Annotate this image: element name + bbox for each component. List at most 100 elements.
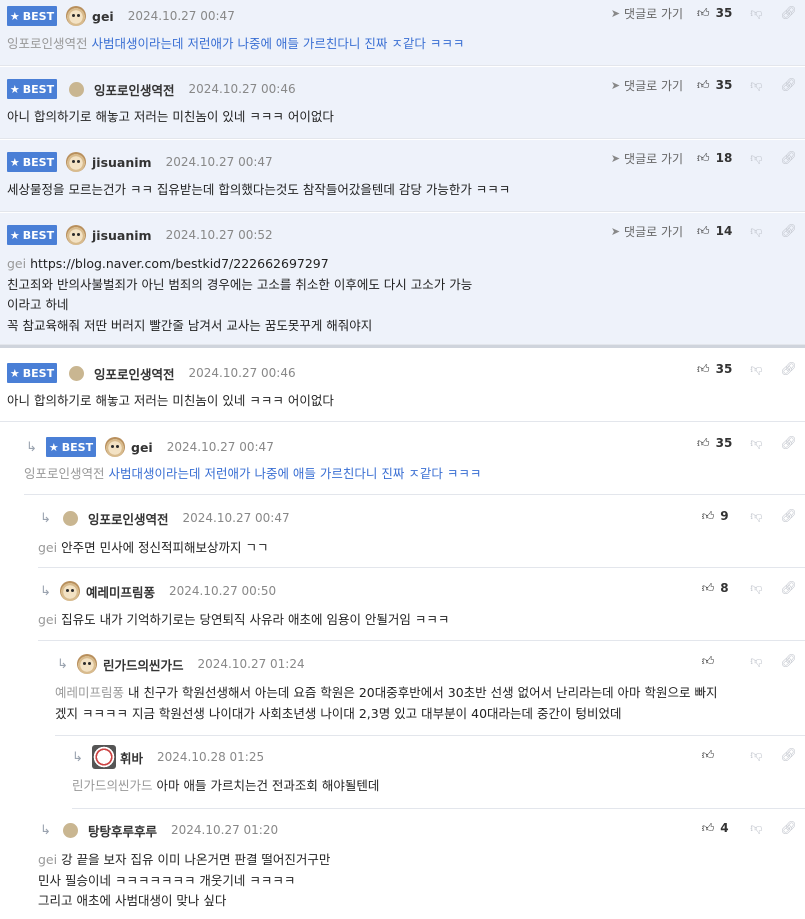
reply-target[interactable]: gei bbox=[38, 852, 57, 867]
avatar[interactable] bbox=[60, 508, 80, 528]
reply-arrow-icon: ↳ bbox=[72, 749, 83, 765]
reply-arrow-icon: ↳ bbox=[26, 439, 37, 455]
thumbs-up-icon: 👍︎ bbox=[697, 5, 710, 20]
avatar[interactable] bbox=[60, 820, 80, 840]
nickname[interactable]: 린가드의씬가드 bbox=[103, 655, 184, 674]
link-icon[interactable]: 🔗︎ bbox=[780, 821, 797, 836]
thumbs-up-icon: 👍︎ bbox=[701, 653, 715, 668]
dislike-button[interactable]: 👎︎ bbox=[750, 509, 762, 524]
thumbs-up-icon: 👍︎ bbox=[701, 747, 715, 762]
link-icon[interactable]: 🔗︎ bbox=[780, 78, 797, 93]
avatar[interactable] bbox=[92, 745, 116, 769]
nickname[interactable]: 잉포로인생역전 bbox=[94, 364, 175, 383]
dislike-button[interactable]: 👎︎ bbox=[750, 581, 762, 596]
thumbs-up-icon: 👍︎ bbox=[697, 223, 710, 238]
avatar[interactable] bbox=[66, 152, 86, 172]
nickname[interactable]: 잉포로인생역전 bbox=[94, 80, 175, 99]
like-button[interactable]: 👍︎ 35 bbox=[697, 436, 732, 451]
link-icon[interactable]: 🔗︎ bbox=[780, 748, 797, 763]
avatar[interactable] bbox=[105, 437, 125, 457]
comment-date: 2024.10.27 00:47 bbox=[127, 9, 235, 23]
reply: ↳ 잉포로인생역전 2024.10.27 00:47 👍︎ 9 👎︎ 🔗︎ gei… bbox=[38, 496, 805, 568]
comment-date: 2024.10.27 00:47 bbox=[166, 440, 274, 454]
avatar[interactable] bbox=[60, 581, 80, 601]
goto-comment-button[interactable]: ➤ 댓글로 가기 bbox=[611, 223, 683, 240]
comment-body: 세상물정을 모르는건가 ㅋㅋ 집유받는데 합의했다는것도 참작들어갔을텐데 감당… bbox=[7, 182, 511, 197]
link-icon[interactable]: 🔗︎ bbox=[780, 436, 797, 451]
like-button[interactable]: 👍︎ 18 bbox=[697, 151, 732, 166]
avatar[interactable] bbox=[77, 654, 97, 674]
link-icon[interactable]: 🔗︎ bbox=[780, 581, 797, 596]
link-icon[interactable]: 🔗︎ bbox=[780, 224, 797, 239]
dislike-button[interactable]: 👎︎ bbox=[750, 821, 762, 836]
goto-comment-button[interactable]: ➤ 댓글로 가기 bbox=[611, 77, 683, 94]
avatar[interactable] bbox=[66, 363, 86, 383]
reply-target[interactable]: 린가드의씬가드 bbox=[72, 778, 153, 793]
thumbs-up-icon: 👍︎ bbox=[701, 580, 715, 595]
send-arrow-icon: ➤ bbox=[610, 151, 621, 165]
link-icon[interactable]: 🔗︎ bbox=[780, 509, 797, 524]
goto-comment-button[interactable]: ➤ 댓글로 가기 bbox=[611, 150, 683, 167]
like-button[interactable]: 👍︎ 8 bbox=[702, 581, 733, 596]
avatar[interactable] bbox=[66, 79, 86, 99]
dislike-button[interactable]: 👎︎ bbox=[750, 151, 762, 166]
thumbs-up-icon: 👍︎ bbox=[697, 150, 710, 165]
link-icon[interactable]: 🔗︎ bbox=[780, 151, 797, 166]
link-icon[interactable]: 🔗︎ bbox=[780, 362, 797, 377]
dislike-button[interactable]: 👎︎ bbox=[750, 362, 762, 377]
like-button[interactable]: 👍︎ 35 bbox=[697, 6, 732, 21]
avatar[interactable] bbox=[66, 6, 86, 26]
dislike-button[interactable]: 👎︎ bbox=[750, 224, 762, 239]
comment-body: 잉포로인생역전 사범대생이라는데 저런애가 나중에 애들 가르친다니 진짜 ㅈ같다… bbox=[7, 36, 465, 51]
reply-target[interactable]: gei bbox=[38, 612, 57, 627]
nickname[interactable]: 예레미프림퐁 bbox=[86, 582, 155, 601]
reply: ↳ 예레미프림퐁 2024.10.27 00:50 👍︎ 8 👎︎ 🔗︎ gei 집… bbox=[38, 569, 805, 641]
like-button[interactable]: 👍︎ 4 bbox=[702, 821, 733, 836]
link-icon[interactable]: 🔗︎ bbox=[780, 6, 797, 21]
url-link[interactable]: https://blog.naver.com/bestkid7/22266269… bbox=[30, 256, 329, 271]
best-badge: ★ BEST bbox=[7, 363, 57, 383]
reply-target[interactable]: 잉포로인생역전 bbox=[24, 466, 105, 481]
like-button[interactable]: 👍︎ 35 bbox=[697, 78, 732, 93]
thumbs-up-icon: 👍︎ bbox=[701, 508, 715, 523]
like-button[interactable]: 👍︎ bbox=[702, 748, 733, 763]
nickname[interactable]: 휘바 bbox=[120, 748, 143, 767]
dislike-button[interactable]: 👎︎ bbox=[750, 6, 762, 21]
star-icon: ★ bbox=[9, 366, 20, 380]
best-badge: ★ BEST bbox=[7, 152, 57, 172]
reply-arrow-icon: ↳ bbox=[40, 583, 51, 599]
comment-body: 잉포로인생역전 사범대생이라는데 저런애가 나중에 애들 가르친다니 진짜 ㅈ같다… bbox=[24, 466, 482, 481]
like-button[interactable]: 👍︎ 35 bbox=[697, 362, 732, 377]
thumbs-up-icon: 👍︎ bbox=[697, 435, 710, 450]
like-button[interactable]: 👍︎ bbox=[702, 654, 733, 669]
dislike-button[interactable]: 👎︎ bbox=[750, 748, 762, 763]
link-icon[interactable]: 🔗︎ bbox=[780, 654, 797, 669]
send-arrow-icon: ➤ bbox=[610, 78, 621, 92]
nickname[interactable]: 잉포로인생역전 bbox=[88, 509, 169, 528]
nickname[interactable]: 탕탕후루후루 bbox=[88, 821, 157, 840]
nickname[interactable]: jisuanim bbox=[92, 228, 152, 243]
goto-comment-button[interactable]: ➤ 댓글로 가기 bbox=[611, 5, 683, 22]
reply: ↳ 린가드의씬가드 2024.10.27 01:24 👍︎ 👎︎ 🔗︎ 예레미프… bbox=[55, 642, 805, 736]
comment-date: 2024.10.28 01:25 bbox=[157, 750, 265, 764]
comment-body: 린가드의씬가드 아마 애들 가르치는건 전과조회 해야될텐데 bbox=[72, 778, 380, 793]
like-button[interactable]: 👍︎ 9 bbox=[702, 509, 733, 524]
dislike-button[interactable]: 👎︎ bbox=[750, 78, 762, 93]
like-button[interactable]: 👍︎ 14 bbox=[697, 224, 732, 239]
star-icon: ★ bbox=[48, 440, 59, 454]
avatar[interactable] bbox=[66, 225, 86, 245]
reply-target[interactable]: 예레미프림퐁 bbox=[55, 685, 124, 700]
dislike-button[interactable]: 👎︎ bbox=[750, 654, 762, 669]
best-badge: ★ BEST bbox=[7, 79, 57, 99]
reply-target[interactable]: 잉포로인생역전 bbox=[7, 36, 88, 51]
nickname[interactable]: jisuanim bbox=[92, 155, 152, 170]
comment-date: 2024.10.27 00:52 bbox=[165, 228, 273, 242]
nickname[interactable]: gei bbox=[92, 9, 114, 24]
reply: ↳ ★ BEST gei 2024.10.27 00:47 👍︎ 35 👎︎ 🔗︎ … bbox=[24, 422, 805, 495]
nickname[interactable]: gei bbox=[131, 440, 153, 455]
reply-arrow-icon: ↳ bbox=[40, 822, 51, 838]
reply-target[interactable]: gei bbox=[7, 256, 26, 271]
reply-target[interactable]: gei bbox=[38, 540, 57, 555]
star-icon: ★ bbox=[9, 9, 20, 23]
dislike-button[interactable]: 👎︎ bbox=[750, 436, 762, 451]
